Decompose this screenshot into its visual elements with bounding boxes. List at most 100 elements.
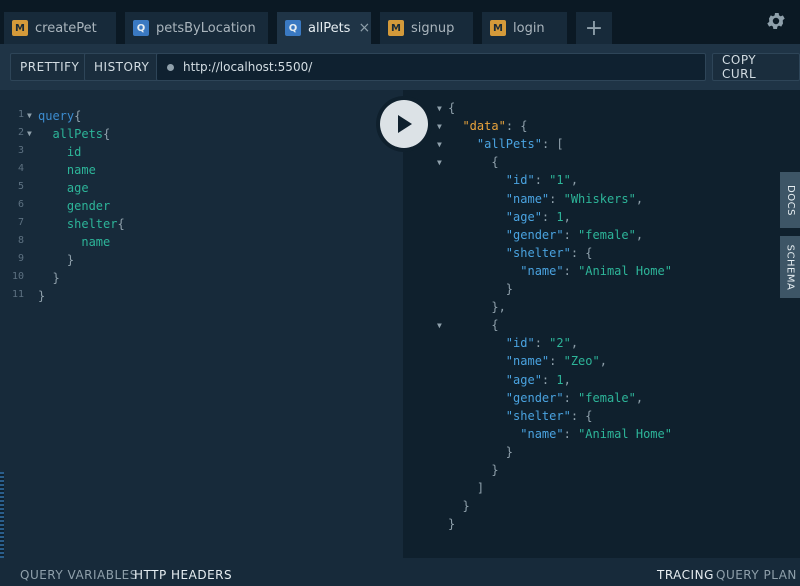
tab-signup[interactable]: M signup [380,12,473,44]
schema-tab[interactable]: SCHEMA [780,236,800,298]
code-token: age [38,181,89,195]
json-token: : { [570,408,593,423]
json-token: "data" [462,119,506,134]
json-token: "Animal Home" [578,426,672,441]
docs-tab[interactable]: DOCS [780,172,800,228]
result-line: "id": "1", [448,171,578,189]
code-token: name [38,163,96,177]
fold-arrow-icon[interactable]: ▼ [27,111,32,120]
json-token: , [563,209,571,224]
run-query-button[interactable] [376,96,432,152]
gear-icon[interactable] [765,10,787,32]
schema-label: SCHEMA [784,244,796,290]
add-tab-button[interactable]: + [576,12,612,44]
docs-label: DOCS [784,184,796,216]
line-number: 4 [17,163,24,174]
result-line: "name": "Whiskers", [448,190,643,208]
json-token: { [448,318,499,333]
endpoint-url: http://localhost:5500/ [183,60,313,74]
line-number: 3 [17,145,24,156]
tab-label: login [513,20,545,36]
result-viewer[interactable]: ▼{▼ "data": {▼ "allPets": [▼ { "id": "1"… [403,90,800,558]
json-token: "female" [578,227,636,242]
code-token: name [38,235,111,249]
json-token: : [563,263,579,278]
tab-allPets[interactable]: Q allPets × [277,12,371,44]
code-line: id [38,143,81,161]
json-token: "allPets" [476,137,542,152]
edge-stripe [0,472,4,558]
tab-label: createPet [35,20,97,36]
json-token: , [635,227,644,242]
json-token: : [534,173,550,188]
json-token: "shelter" [505,408,571,423]
code-line: } [38,251,74,269]
fold-arrow-icon[interactable]: ▼ [437,321,442,330]
line-number: 5 [17,181,24,192]
result-line: "id": "2", [448,334,578,352]
json-token: : [549,354,564,369]
json-token: }, [448,300,506,315]
code-line: name [38,233,110,251]
json-token: : [563,426,579,441]
result-line: } [448,497,469,515]
tracing-tab[interactable]: TRACING [657,568,714,582]
result-line: "data": { [448,117,528,135]
prettify-button[interactable]: PRETTIFY [10,53,90,81]
json-token: : { [505,119,528,134]
json-token: , [599,354,607,369]
query-editor[interactable]: 1 ▼ query{2 ▼ allPets{3 id 4 name 5 age 6 gend… [0,90,403,558]
result-line: "name": "Animal Home" [448,425,672,443]
close-tab-icon[interactable]: × [358,20,370,36]
result-line: "age": 1, [448,208,571,226]
json-token: "female" [578,390,636,405]
fold-arrow-icon[interactable]: ▼ [437,158,442,167]
code-token: { [117,217,125,231]
line-number: 1 [17,109,24,120]
json-token: } [448,282,514,296]
tab-login[interactable]: M login [482,12,567,44]
query-variables-tab[interactable]: QUERY VARIABLES [20,568,138,582]
toolbar: PRETTIFY HISTORY http://localhost:5500/ … [0,44,800,90]
json-token: "gender" [505,390,564,405]
bottom-bar: QUERY VARIABLES HTTP HEADERS TRACING QUE… [0,558,800,586]
code-line: name [38,161,96,179]
fold-arrow-icon[interactable]: ▼ [437,140,442,149]
http-headers-tab[interactable]: HTTP HEADERS [134,568,232,582]
result-line: "shelter": { [448,244,593,262]
result-line: } [448,461,498,479]
copy-curl-button[interactable]: COPY CURL [712,53,800,81]
result-line: "gender": "female", [448,226,643,244]
code-token: id [38,145,82,159]
json-token: : [ [541,137,564,152]
query-plan-tab[interactable]: QUERY PLAN [716,568,797,582]
fold-arrow-icon[interactable]: ▼ [437,122,442,131]
json-token: , [570,336,579,351]
history-button[interactable]: HISTORY [84,53,160,81]
result-line: }, [448,298,506,316]
fold-arrow-icon[interactable]: ▼ [437,104,442,113]
result-line: { [448,99,455,117]
endpoint-url-input[interactable]: http://localhost:5500/ [156,53,706,81]
json-token: 1 [556,209,564,224]
json-token: "shelter" [505,245,571,260]
json-token: : [541,372,557,387]
line-number: 10 [11,271,24,282]
code-token: query [38,109,75,123]
status-dot-icon [167,63,174,71]
tab-petsByLocation[interactable]: Q petsByLocation [125,12,268,44]
result-line: "name": "Animal Home" [448,262,672,280]
json-token: , [570,173,579,188]
fold-arrow-icon[interactable]: ▼ [27,129,32,138]
json-token: } [448,517,456,532]
tab-createPet[interactable]: M createPet [4,12,116,44]
code-line: } [38,287,45,305]
